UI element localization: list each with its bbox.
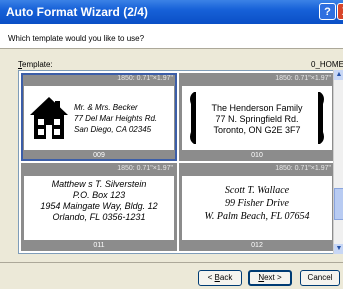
wizard-window: Auto Format Wizard (2/4) ? X Which templ… [0,0,343,289]
label-preview: Matthew s T. Silverstein P.O. Box 123 19… [24,176,174,240]
scroll-thumb[interactable] [334,188,343,220]
template-cell-010[interactable]: 1850: 0.71"×1.97" The Henderson Family 7… [179,73,335,161]
cancel-button[interactable]: Cancel [300,270,340,286]
template-cell-012[interactable]: 1850: 0.71"×1.97" Scott T. Wallace 99 Fi… [179,163,335,251]
close-button[interactable]: X [337,3,343,20]
template-number: 009 [93,152,105,159]
back-button[interactable]: < Back [198,270,242,286]
template-size: 1850: 0.71"×1.97" [117,75,173,82]
template-cell-011[interactable]: 1850: 0.71"×1.97" Matthew s T. Silverste… [21,163,177,251]
template-size: 1850: 0.71"×1.97" [275,165,331,172]
scroll-border-left-icon [190,92,196,144]
template-number: 010 [251,152,263,159]
label-preview: Mr. & Mrs. Becker 77 Del Mar Heights Rd.… [24,86,174,150]
help-button[interactable]: ? [319,3,336,20]
wizard-header: Which template would you like to use? [0,24,343,49]
template-question: Which template would you like to use? [8,34,145,43]
scroll-border-right-icon [318,92,324,144]
footer-divider [0,262,343,263]
house-icon [30,97,68,139]
template-grid[interactable]: 1850: 0.71"×1.97" Mr. & Mrs. Becker 77 D… [18,70,336,254]
address-text: The Henderson Family 77 N. Springfield R… [211,103,303,135]
label-preview: The Henderson Family 77 N. Springfield R… [182,86,332,150]
template-number: 011 [93,242,105,249]
scroll-up-arrow-icon[interactable]: ▲ [334,70,343,80]
template-label: Template: [18,60,53,69]
template-number: 012 [251,242,263,249]
next-button[interactable]: Next > [248,270,292,286]
template-cell-009[interactable]: 1850: 0.71"×1.97" Mr. & Mrs. Becker 77 D… [21,73,177,161]
template-size: 1850: 0.71"×1.97" [275,75,331,82]
vertical-scrollbar[interactable]: ▲ ▼ [333,70,343,254]
template-size: 1850: 0.71"×1.97" [117,165,173,172]
window-title: Auto Format Wizard (2/4) [6,5,148,19]
title-bar[interactable]: Auto Format Wizard (2/4) ? X [0,0,343,24]
address-text: Mr. & Mrs. Becker 77 Del Mar Heights Rd.… [74,103,158,134]
address-text: Matthew s T. Silverstein P.O. Box 123 19… [40,179,158,222]
scroll-down-arrow-icon[interactable]: ▼ [334,244,343,254]
address-text: Scott T. Wallace 99 Fisher Drive W. Palm… [204,185,310,222]
template-folder-label: 0_HOME [311,60,343,69]
label-preview: Scott T. Wallace 99 Fisher Drive W. Palm… [182,176,332,240]
